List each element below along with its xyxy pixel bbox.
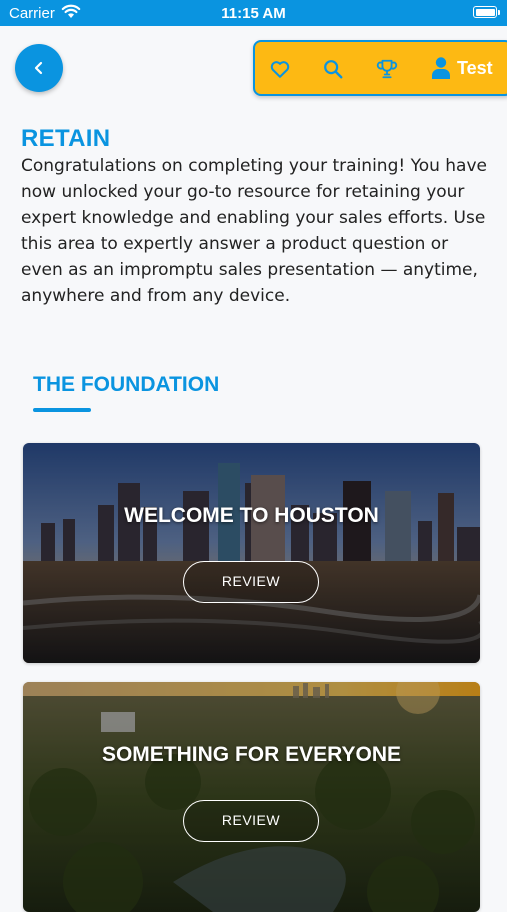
page-title: RETAIN [21,125,111,152]
course-card-something-for-everyone[interactable]: SOMETHING FOR EVERYONE REVIEW [23,682,480,912]
back-button[interactable] [15,44,63,92]
card-overlay [23,443,480,663]
user-profile-button[interactable]: Test [431,56,493,80]
trophy-icon[interactable] [376,58,398,80]
card-title: WELCOME TO HOUSTON [124,504,379,527]
card-title: SOMETHING FOR EVERYONE [101,743,402,766]
status-time: 11:15 AM [221,5,286,22]
user-icon [432,57,450,79]
user-name-label: Test [457,57,493,78]
course-card-welcome[interactable]: WELCOME TO HOUSTON REVIEW [23,443,480,663]
chevron-left-icon [34,61,43,75]
review-button[interactable]: REVIEW [183,561,319,603]
status-bar: Carrier 11:15 AM [0,0,507,26]
battery-icon [473,6,500,18]
section-title: THE FOUNDATION [33,373,220,396]
section-underline [33,408,91,412]
review-button[interactable]: REVIEW [183,800,319,842]
heart-icon[interactable] [269,58,291,80]
top-nav: Test [253,40,507,96]
search-icon[interactable] [322,58,344,80]
card-overlay [23,682,480,912]
intro-text: Congratulations on completing your train… [21,156,487,306]
